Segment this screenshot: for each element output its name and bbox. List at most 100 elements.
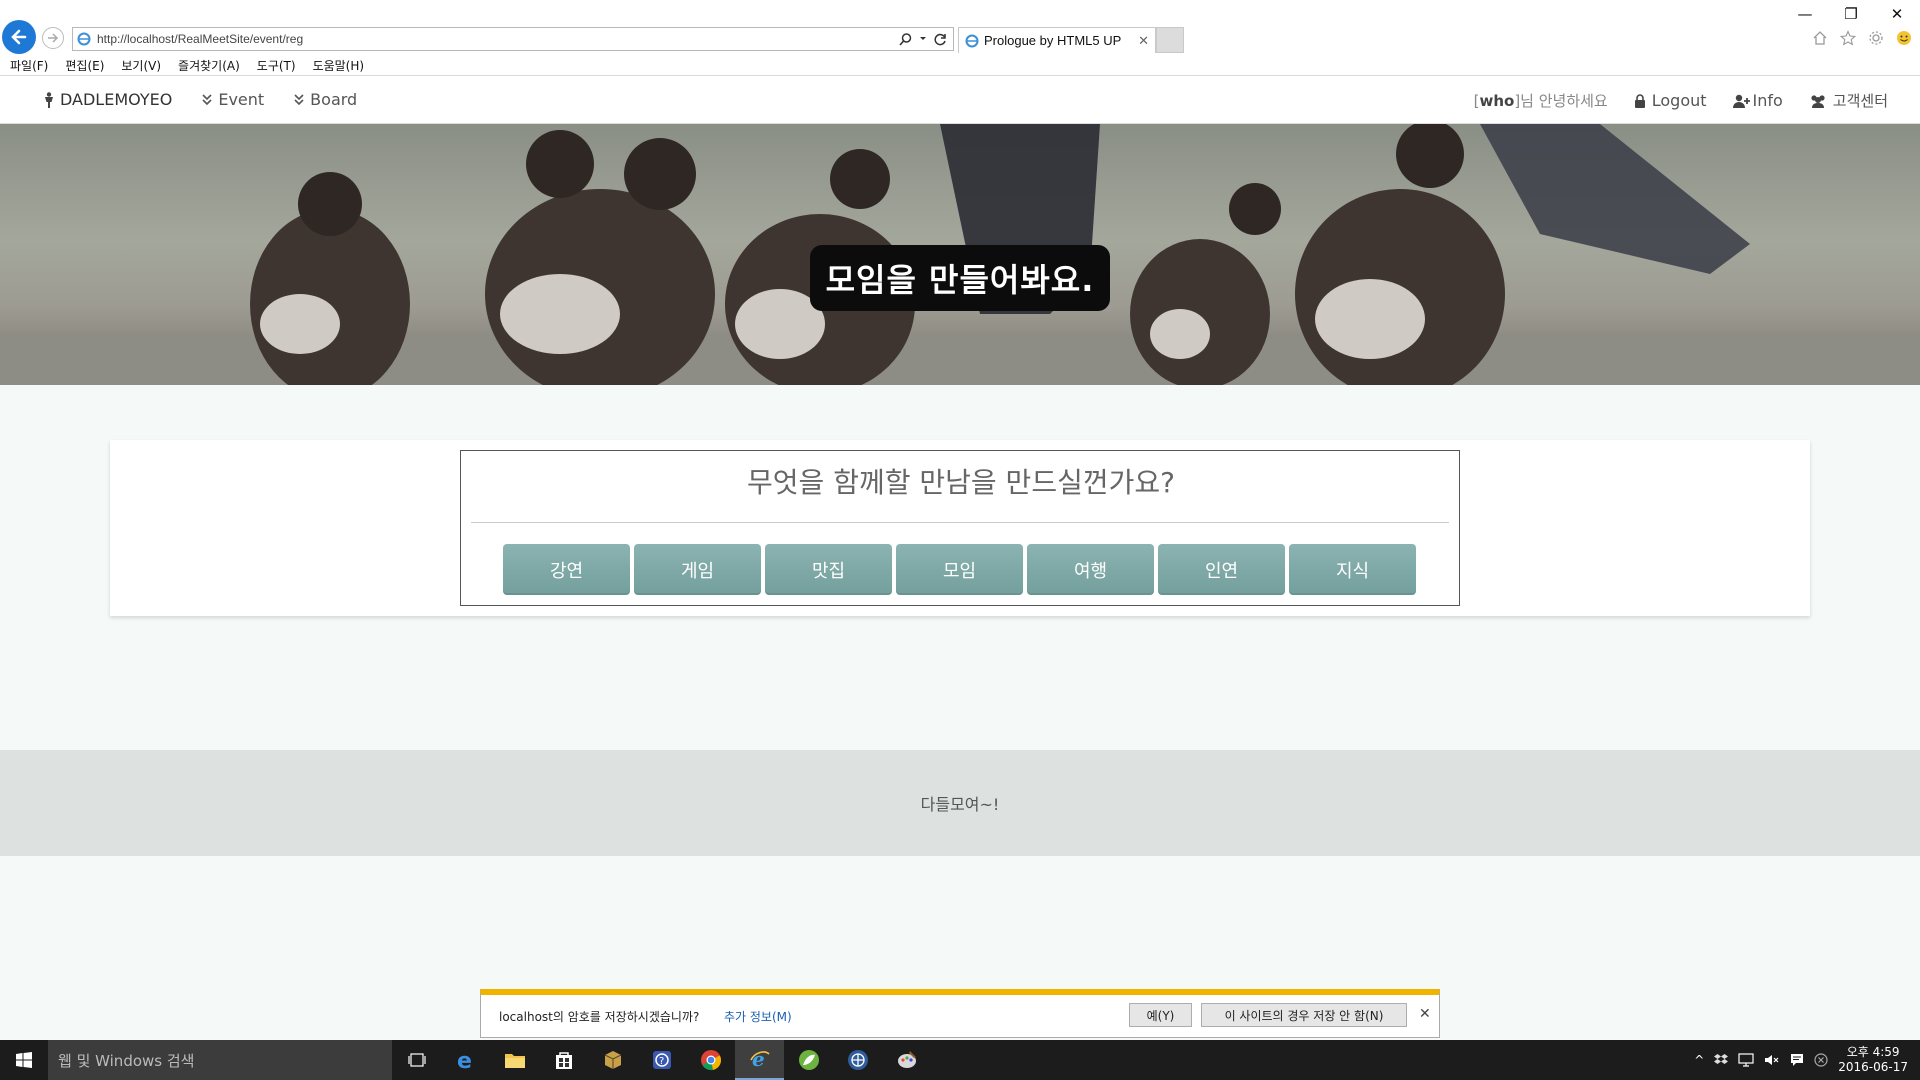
category-game-button[interactable]: 게임 xyxy=(634,544,761,595)
category-dating-button[interactable]: 인연 xyxy=(1158,544,1285,595)
menu-help[interactable]: 도움말(H) xyxy=(313,57,365,74)
restore-icon[interactable]: ❐ xyxy=(1828,0,1874,28)
chevron-up-icon[interactable]: ^ xyxy=(1694,1053,1704,1067)
menu-favorites[interactable]: 즐겨찾기(A) xyxy=(178,57,240,74)
taskbar-search-placeholder: 웹 및 Windows 검색 xyxy=(58,1051,195,1070)
nav-logout[interactable]: Logout xyxy=(1634,91,1707,110)
refresh-icon[interactable] xyxy=(934,33,947,46)
windows-taskbar: 웹 및 Windows 검색 e ? e ^ 오후 4:59 2016-06-1… xyxy=(0,1040,1920,1080)
never-save-button[interactable]: 이 사이트의 경우 저장 안 함(N) xyxy=(1201,1003,1407,1027)
question-heading: 무엇을 함께할 만남을 만드실껀가요? xyxy=(747,466,1175,499)
svg-text:e: e xyxy=(457,1049,472,1071)
start-button[interactable] xyxy=(0,1040,48,1080)
volume-muted-icon[interactable] xyxy=(1764,1053,1780,1067)
star-icon[interactable] xyxy=(1840,30,1856,46)
password-save-bar: localhost의 암호를 저장하시겠습니까? 추가 정보(M) 예(Y) 이… xyxy=(480,989,1440,1038)
users-icon xyxy=(1811,94,1825,108)
lock-icon xyxy=(1634,93,1645,108)
clock[interactable]: 오후 4:59 2016-06-17 xyxy=(1838,1045,1908,1075)
clock-time: 오후 4:59 xyxy=(1846,1045,1900,1059)
search-icon[interactable] xyxy=(899,32,912,46)
password-save-message: localhost의 암호를 저장하시겠습니까? xyxy=(499,1010,700,1024)
dropdown-arrow-icon[interactable] xyxy=(919,35,927,43)
browser-toolbar-icons xyxy=(1812,30,1912,46)
category-meetup-button[interactable]: 모임 xyxy=(896,544,1023,595)
double-chevron-down-icon xyxy=(294,93,304,105)
file-explorer-icon[interactable] xyxy=(490,1040,539,1080)
windows-logo-icon xyxy=(16,1052,32,1068)
nav-event[interactable]: Event xyxy=(202,90,264,109)
nav-logout-label: Logout xyxy=(1651,91,1707,110)
user-plus-icon xyxy=(1732,94,1750,108)
brand-label: DADLEMOYEO xyxy=(60,90,173,109)
site-footer: 다들모여~! xyxy=(0,750,1920,856)
nav-support-label: 고객센터 xyxy=(1832,92,1888,110)
nav-info-label: Info xyxy=(1752,91,1783,110)
hero-banner: 모임을 만들어봐요. xyxy=(0,124,1920,385)
nav-support[interactable]: 고객센터 xyxy=(1809,90,1888,111)
address-url[interactable]: http://localhost/RealMeetSite/event/reg xyxy=(97,32,899,46)
category-box: 무엇을 함께할 만남을 만드실껀가요? 강연 게임 맛집 모임 여행 인연 지식 xyxy=(460,450,1460,606)
address-bar[interactable]: http://localhost/RealMeetSite/event/reg xyxy=(72,27,954,51)
chrome-icon[interactable] xyxy=(686,1040,735,1080)
browser-chrome: http://localhost/RealMeetSite/event/reg … xyxy=(0,0,1920,76)
edge-icon[interactable]: e xyxy=(441,1040,490,1080)
app-icon-globe[interactable] xyxy=(833,1040,882,1080)
back-button[interactable] xyxy=(2,20,36,54)
category-knowledge-button[interactable]: 지식 xyxy=(1289,544,1416,595)
menu-view[interactable]: 보기(V) xyxy=(121,57,161,74)
notification-icon[interactable] xyxy=(1790,1053,1804,1067)
ie-tab-icon xyxy=(965,34,979,47)
spring-tool-icon[interactable] xyxy=(784,1040,833,1080)
store-icon[interactable] xyxy=(539,1040,588,1080)
network-icon[interactable] xyxy=(1738,1053,1754,1067)
double-chevron-down-icon xyxy=(202,93,212,105)
greeting-user: who xyxy=(1479,91,1515,110)
close-tab-icon[interactable]: ✕ xyxy=(1138,33,1155,49)
new-tab-button[interactable] xyxy=(1156,27,1184,53)
menu-file[interactable]: 파일(F) xyxy=(10,57,48,74)
clock-date: 2016-06-17 xyxy=(1838,1060,1908,1074)
ie-page-icon xyxy=(77,32,91,46)
nav-board-label: Board xyxy=(310,90,358,109)
tab-title: Prologue by HTML5 UP xyxy=(984,33,1122,48)
gear-icon[interactable] xyxy=(1868,30,1884,46)
save-password-yes-button[interactable]: 예(Y) xyxy=(1129,1003,1192,1027)
taskbar-search[interactable]: 웹 및 Windows 검색 xyxy=(48,1040,392,1080)
app-icon-paint[interactable] xyxy=(882,1040,931,1080)
taskbar-apps: e ? e xyxy=(392,1040,931,1080)
close-circle-icon[interactable] xyxy=(1814,1053,1828,1067)
minimize-icon[interactable]: — xyxy=(1782,0,1828,28)
menu-tools[interactable]: 도구(T) xyxy=(257,57,296,74)
smiley-icon[interactable] xyxy=(1896,30,1912,46)
menu-edit[interactable]: 편집(E) xyxy=(65,57,104,74)
greeting: [ who ]님 안녕하세요 xyxy=(1474,90,1608,111)
category-buttons: 강연 게임 맛집 모임 여행 인연 지식 xyxy=(503,544,1416,595)
divider xyxy=(471,522,1449,523)
svg-text:?: ? xyxy=(659,1056,664,1067)
category-lecture-button[interactable]: 강연 xyxy=(503,544,630,595)
nav-board[interactable]: Board xyxy=(294,90,357,109)
close-icon[interactable]: ✕ xyxy=(1419,1006,1431,1022)
category-travel-button[interactable]: 여행 xyxy=(1027,544,1154,595)
menu-bar: 파일(F) 편집(E) 보기(V) 즐겨찾기(A) 도구(T) 도움말(H) xyxy=(10,57,364,74)
dropbox-icon[interactable] xyxy=(1714,1053,1729,1067)
hero-title: 모임을 만들어봐요. xyxy=(810,245,1110,311)
more-info-link[interactable]: 추가 정보(M) xyxy=(724,1008,792,1025)
forward-button[interactable] xyxy=(42,27,64,49)
app-icon-help[interactable]: ? xyxy=(637,1040,686,1080)
arrow-left-icon xyxy=(11,29,27,45)
home-icon[interactable] xyxy=(1812,30,1828,46)
arrow-right-icon xyxy=(48,33,59,43)
task-view-icon[interactable] xyxy=(392,1040,441,1080)
browser-tab[interactable]: Prologue by HTML5 UP ✕ xyxy=(958,27,1156,53)
nav-info[interactable]: Info xyxy=(1732,91,1783,110)
system-tray: ^ 오후 4:59 2016-06-17 xyxy=(1694,1040,1920,1080)
internet-explorer-icon[interactable]: e xyxy=(735,1040,784,1080)
category-food-button[interactable]: 맛집 xyxy=(765,544,892,595)
footer-text: 다들모여~! xyxy=(920,795,1000,814)
app-icon-cube[interactable] xyxy=(588,1040,637,1080)
close-window-icon[interactable]: ✕ xyxy=(1874,0,1920,28)
site-navbar: DADLEMOYEO Event Board [ who ]님 안녕하세요 Lo… xyxy=(0,76,1920,124)
brand-link[interactable]: DADLEMOYEO xyxy=(44,90,172,109)
